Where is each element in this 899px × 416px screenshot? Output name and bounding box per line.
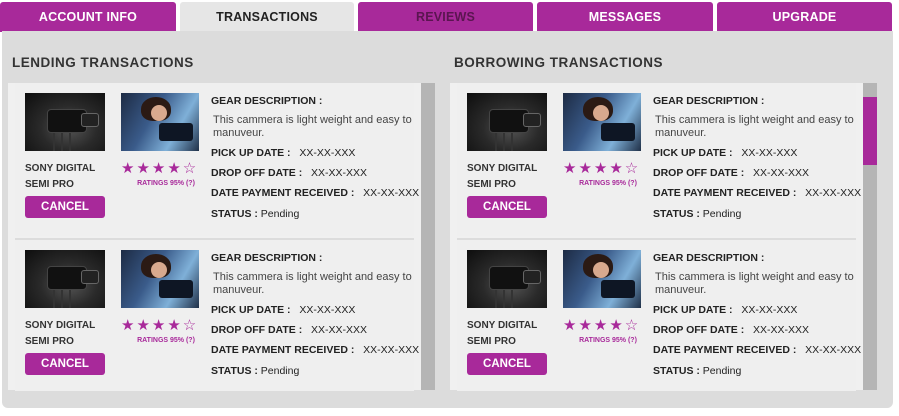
gear-description: This cammera is light weight and easy to…	[213, 114, 412, 139]
payment-date: DATE PAYMENT RECEIVED : XX-XX-XXX	[653, 344, 862, 356]
star-filled-icons: ★★★★	[121, 160, 183, 177]
lending-list: SONY DIGITAL SEMI PRO ★★★★☆ RATINGS 95% (…	[8, 83, 435, 391]
dropoff-date: DROP OFF DATE : XX-XX-XXX	[653, 167, 809, 179]
payment-date: DATE PAYMENT RECEIVED : XX-XX-XXX	[211, 344, 420, 356]
rating-stars: ★★★★☆	[121, 316, 205, 334]
gear-description-label: GEAR DESCRIPTION :	[211, 252, 323, 264]
status: STATUS : Pending	[653, 208, 742, 220]
payment-date: DATE PAYMENT RECEIVED : XX-XX-XXX	[653, 187, 862, 199]
star-filled-icons: ★★★★	[563, 160, 625, 177]
star-empty-icon: ☆	[624, 317, 641, 334]
user-photo	[563, 93, 641, 151]
tab-reviews[interactable]: REVIEWS	[358, 2, 533, 32]
payment-date: DATE PAYMENT RECEIVED : XX-XX-XXX	[211, 187, 420, 199]
tab-transactions[interactable]: TRANSACTIONS	[180, 2, 354, 32]
lending-scrollbar[interactable]	[421, 83, 435, 390]
dropoff-date: DROP OFF DATE : XX-XX-XXX	[211, 324, 367, 336]
gear-description: This cammera is light weight and easy to…	[655, 114, 854, 139]
borrowing-scrollbar[interactable]	[863, 83, 877, 390]
cancel-button[interactable]: CANCEL	[25, 353, 105, 375]
star-filled-icons: ★★★★	[121, 317, 183, 334]
pickup-date: PICK UP DATE : XX-XX-XXX	[653, 304, 798, 316]
ratings-text[interactable]: RATINGS 95% (?)	[121, 337, 211, 344]
borrowing-scroll-thumb[interactable]	[863, 97, 877, 165]
borrowing-card: SONY DIGITAL SEMI PRO ★★★★☆ RATINGS 95% (…	[457, 238, 861, 391]
star-empty-icon: ☆	[182, 160, 199, 177]
transactions-panel: LENDING TRANSACTIONS BORROWING TRANSACTI…	[2, 31, 893, 408]
camera-image	[25, 93, 105, 151]
star-filled-icons: ★★★★	[563, 317, 625, 334]
star-empty-icon: ☆	[182, 317, 199, 334]
user-photo	[563, 250, 641, 308]
gear-description: This cammera is light weight and easy to…	[655, 271, 854, 296]
user-photo	[121, 93, 199, 151]
pickup-date: PICK UP DATE : XX-XX-XXX	[211, 304, 356, 316]
pickup-date: PICK UP DATE : XX-XX-XXX	[653, 147, 798, 159]
lending-card: SONY DIGITAL SEMI PRO ★★★★☆ RATINGS 95% (…	[15, 238, 419, 391]
cancel-button[interactable]: CANCEL	[467, 353, 547, 375]
dropoff-date: DROP OFF DATE : XX-XX-XXX	[653, 324, 809, 336]
gear-description-label: GEAR DESCRIPTION :	[211, 95, 323, 107]
camera-image	[467, 250, 547, 308]
user-photo	[121, 250, 199, 308]
pickup-date: PICK UP DATE : XX-XX-XXX	[211, 147, 356, 159]
gear-name: SONY DIGITAL SEMI PRO	[467, 163, 538, 190]
ratings-text[interactable]: RATINGS 95% (?)	[563, 180, 653, 187]
dropoff-date: DROP OFF DATE : XX-XX-XXX	[211, 167, 367, 179]
gear-description-label: GEAR DESCRIPTION :	[653, 252, 765, 264]
rating-stars: ★★★★☆	[121, 159, 205, 177]
status: STATUS : Pending	[211, 208, 300, 220]
gear-description-label: GEAR DESCRIPTION :	[653, 95, 765, 107]
gear-name: SONY DIGITAL SEMI PRO	[25, 163, 96, 190]
status: STATUS : Pending	[653, 365, 742, 377]
cancel-button[interactable]: CANCEL	[25, 196, 105, 218]
ratings-text[interactable]: RATINGS 95% (?)	[121, 180, 211, 187]
gear-name: SONY DIGITAL SEMI PRO	[25, 320, 96, 347]
gear-description: This cammera is light weight and easy to…	[213, 271, 412, 296]
rating-stars: ★★★★☆	[563, 159, 647, 177]
borrowing-title: BORROWING TRANSACTIONS	[454, 55, 663, 70]
cancel-button[interactable]: CANCEL	[467, 196, 547, 218]
ratings-text[interactable]: RATINGS 95% (?)	[563, 337, 653, 344]
rating-stars: ★★★★☆	[563, 316, 647, 334]
camera-image	[467, 93, 547, 151]
camera-image	[25, 250, 105, 308]
lending-card: SONY DIGITAL SEMI PRO ★★★★☆ RATINGS 95% (…	[15, 83, 419, 236]
gear-name: SONY DIGITAL SEMI PRO	[467, 320, 538, 347]
borrowing-card: SONY DIGITAL SEMI PRO ★★★★☆ RATINGS 95% (…	[457, 83, 861, 236]
lending-title: LENDING TRANSACTIONS	[12, 55, 194, 70]
borrowing-list: SONY DIGITAL SEMI PRO ★★★★☆ RATINGS 95% (…	[450, 83, 877, 391]
star-empty-icon: ☆	[624, 160, 641, 177]
tab-messages[interactable]: MESSAGES	[537, 2, 713, 32]
tab-bar: ACCOUNT INFO TRANSACTIONS REVIEWS MESSAG…	[0, 2, 899, 32]
tab-account-info[interactable]: ACCOUNT INFO	[0, 2, 176, 32]
status: STATUS : Pending	[211, 365, 300, 377]
tab-upgrade[interactable]: UPGRADE	[717, 2, 892, 32]
